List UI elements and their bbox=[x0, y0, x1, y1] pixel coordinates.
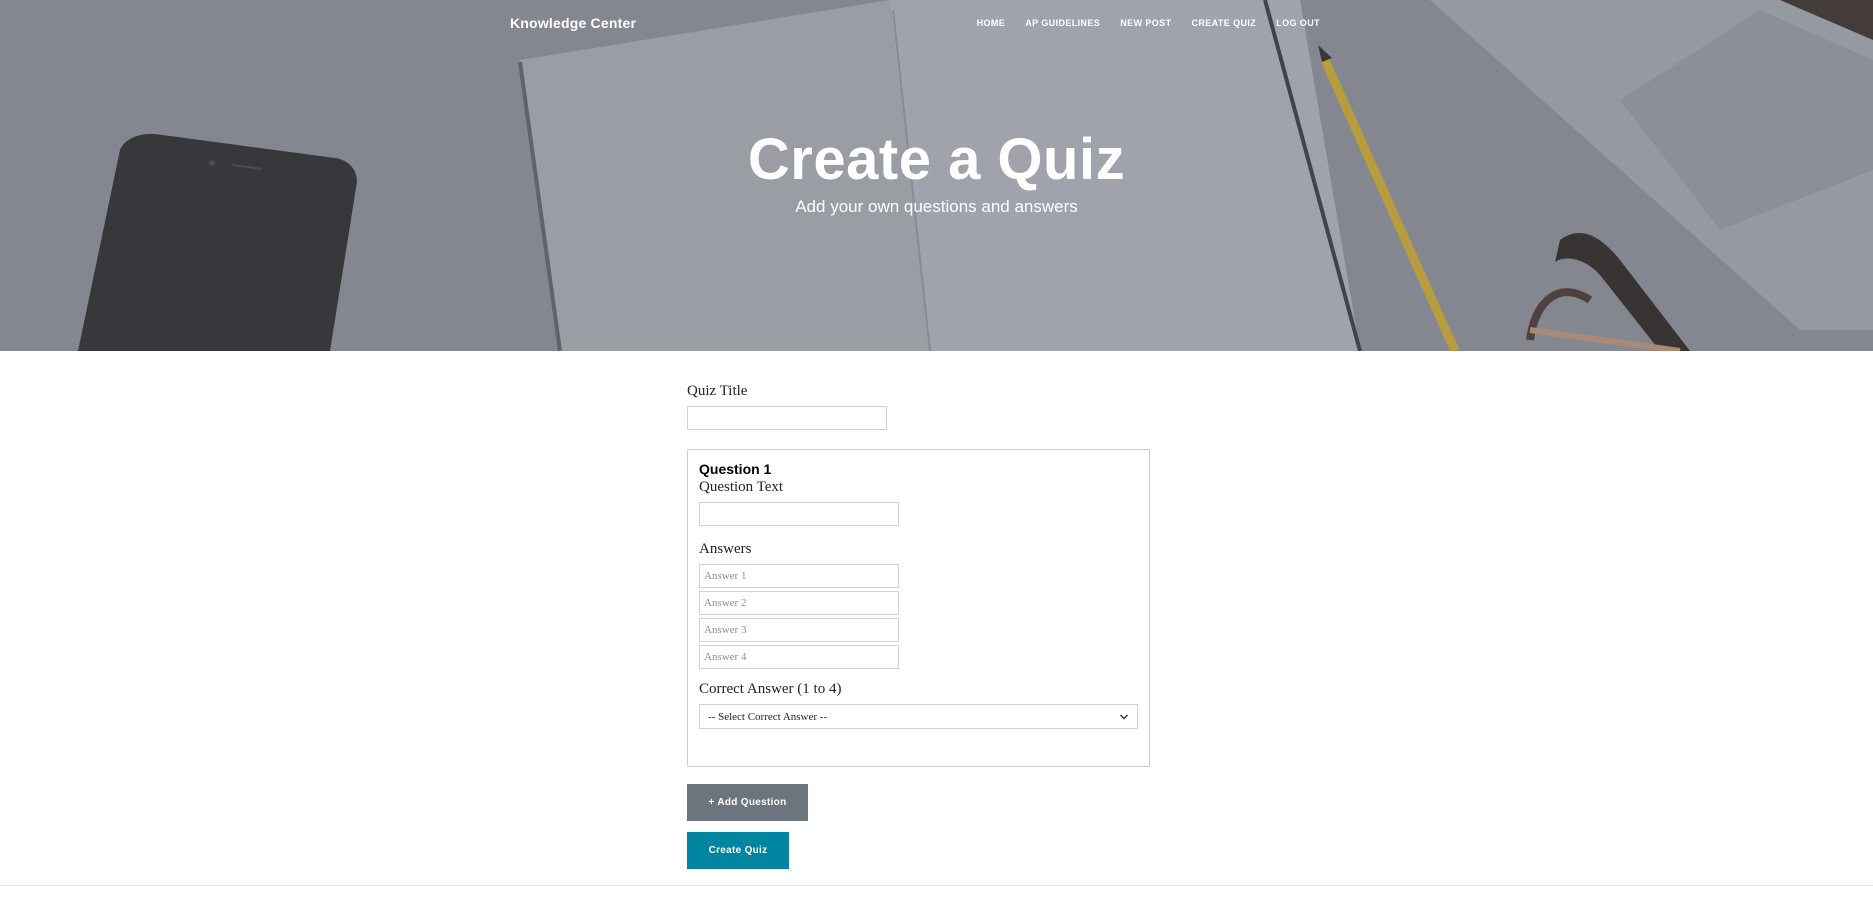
top-navbar: Knowledge Center HOME AP GUIDELINES NEW … bbox=[510, 10, 1320, 36]
chevron-down-icon bbox=[1120, 714, 1128, 720]
question-card: Question 1 Question Text Answers Correct… bbox=[687, 449, 1150, 767]
page-subtitle: Add your own questions and answers bbox=[795, 197, 1078, 216]
answer-3-input[interactable] bbox=[699, 618, 899, 642]
answer-4-input[interactable] bbox=[699, 645, 899, 669]
nav-log-out-link[interactable]: LOG OUT bbox=[1266, 18, 1320, 28]
add-question-button[interactable]: + Add Question bbox=[687, 784, 808, 821]
page-title: Create a Quiz bbox=[747, 127, 1126, 192]
footer-divider bbox=[0, 885, 1873, 886]
quiz-title-input[interactable] bbox=[687, 406, 887, 430]
hero-header: Knowledge Center HOME AP GUIDELINES NEW … bbox=[0, 0, 1873, 351]
nav-home-link[interactable]: HOME bbox=[967, 18, 1016, 28]
question-text-input[interactable] bbox=[699, 502, 899, 526]
quiz-title-label: Quiz Title bbox=[687, 383, 748, 399]
correct-answer-label: Correct Answer (1 to 4) bbox=[699, 681, 842, 697]
brand-link[interactable]: Knowledge Center bbox=[510, 15, 636, 31]
answer-2-input[interactable] bbox=[699, 591, 899, 615]
answers-label: Answers bbox=[699, 541, 752, 557]
quiz-form: Quiz Title Question 1 Question Text Answ… bbox=[687, 383, 1151, 869]
nav-ap-guidelines-link[interactable]: AP GUIDELINES bbox=[1015, 18, 1110, 28]
nav-new-post-link[interactable]: NEW POST bbox=[1110, 18, 1181, 28]
correct-answer-selected-value: -- Select Correct Answer -- bbox=[708, 710, 828, 723]
nav-create-quiz-link[interactable]: CREATE QUIZ bbox=[1181, 18, 1266, 28]
correct-answer-select[interactable]: -- Select Correct Answer -- bbox=[699, 704, 1138, 729]
nav-links: HOME AP GUIDELINES NEW POST CREATE QUIZ … bbox=[967, 18, 1320, 28]
question-heading: Question 1 bbox=[699, 461, 772, 477]
answer-1-input[interactable] bbox=[699, 564, 899, 588]
question-text-label: Question Text bbox=[699, 479, 784, 495]
create-quiz-button[interactable]: Create Quiz bbox=[687, 832, 789, 869]
